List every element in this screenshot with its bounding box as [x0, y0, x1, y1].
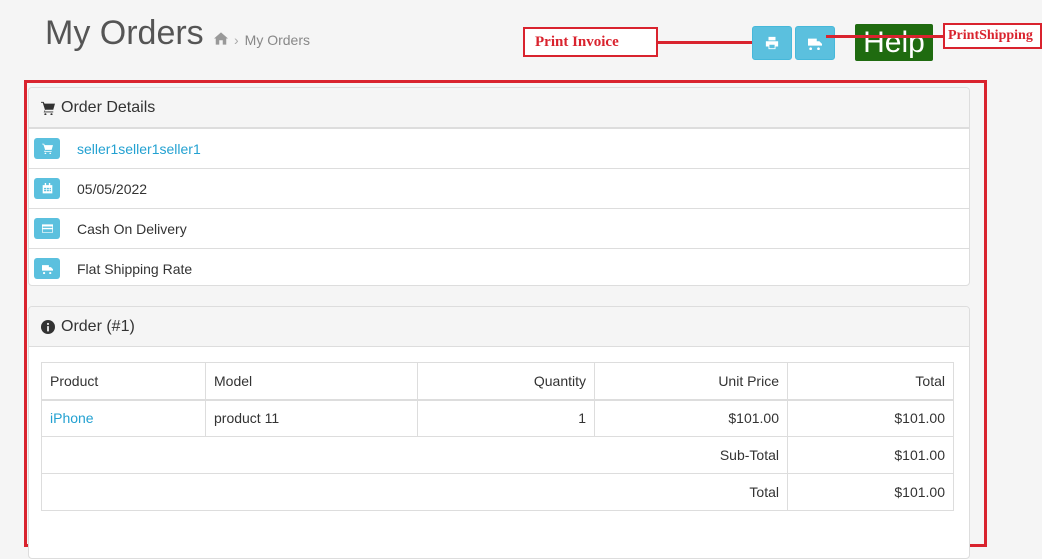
product-cell: iPhone — [41, 399, 206, 437]
breadcrumb: › My Orders — [214, 32, 310, 48]
home-icon[interactable] — [214, 32, 228, 48]
breadcrumb-current[interactable]: My Orders — [245, 32, 310, 48]
total-cell: $101.00 — [787, 399, 954, 437]
payment-method: Cash On Delivery — [77, 220, 187, 237]
shipping-method: Flat Shipping Rate — [77, 260, 193, 277]
table-header-row: Product Model Quantity Unit Price Total — [41, 362, 954, 401]
grand-total-label: Total — [41, 473, 788, 511]
breadcrumb-separator: › — [234, 32, 239, 48]
cart-icon — [41, 101, 55, 115]
truck-icon — [34, 258, 60, 279]
print-icon — [765, 36, 779, 50]
order-details-title: Order Details — [61, 98, 156, 116]
calendar-icon — [34, 178, 60, 199]
help-button[interactable]: Help — [855, 24, 933, 61]
detail-row-seller: seller1seller1seller1 — [29, 128, 969, 168]
order-details-panel: Order Details seller1seller1seller1 05/0… — [28, 87, 970, 286]
model-cell: product 11 — [205, 399, 418, 437]
truck-icon — [808, 38, 822, 50]
order-heading: Order (#1) — [29, 307, 969, 347]
product-link[interactable]: iPhone — [50, 410, 94, 426]
print-shipping-annotation-line — [826, 35, 944, 38]
column-model: Model — [205, 362, 418, 401]
seller-link[interactable]: seller1seller1seller1 — [77, 141, 201, 157]
detail-row-date: 05/05/2022 — [29, 168, 969, 208]
column-quantity: Quantity — [417, 362, 595, 401]
print-invoice-annotation: Print Invoice — [523, 27, 658, 57]
order-date: 05/05/2022 — [77, 180, 148, 197]
cart-icon — [34, 138, 60, 159]
print-invoice-button[interactable] — [752, 26, 792, 60]
column-total: Total — [787, 362, 954, 401]
grand-total-value: $101.00 — [787, 473, 954, 511]
print-shipping-button[interactable] — [795, 26, 835, 60]
subtotal-label: Sub-Total — [41, 436, 788, 474]
order-panel: Order (#1) Product Model Quantity Unit P… — [28, 306, 970, 559]
subtotal-value: $101.00 — [787, 436, 954, 474]
info-icon — [41, 319, 55, 334]
credit-card-icon — [34, 218, 60, 239]
column-product: Product — [41, 362, 206, 401]
quantity-cell: 1 — [417, 399, 595, 437]
unit-price-cell: $101.00 — [594, 399, 788, 437]
detail-row-shipping: Flat Shipping Rate — [29, 248, 969, 285]
column-unit-price: Unit Price — [594, 362, 788, 401]
detail-row-payment: Cash On Delivery — [29, 208, 969, 248]
print-shipping-annotation: PrintShipping — [943, 23, 1042, 49]
grand-total-row: Total $101.00 — [41, 473, 954, 511]
order-products-table: Product Model Quantity Unit Price Total … — [41, 362, 954, 511]
order-title: Order (#1) — [61, 317, 135, 335]
page-title: My Orders — [45, 14, 204, 52]
print-invoice-annotation-line — [658, 41, 752, 44]
subtotal-row: Sub-Total $101.00 — [41, 436, 954, 474]
table-row: iPhone product 11 1 $101.00 $101.00 — [41, 399, 954, 437]
order-details-heading: Order Details — [29, 88, 969, 128]
